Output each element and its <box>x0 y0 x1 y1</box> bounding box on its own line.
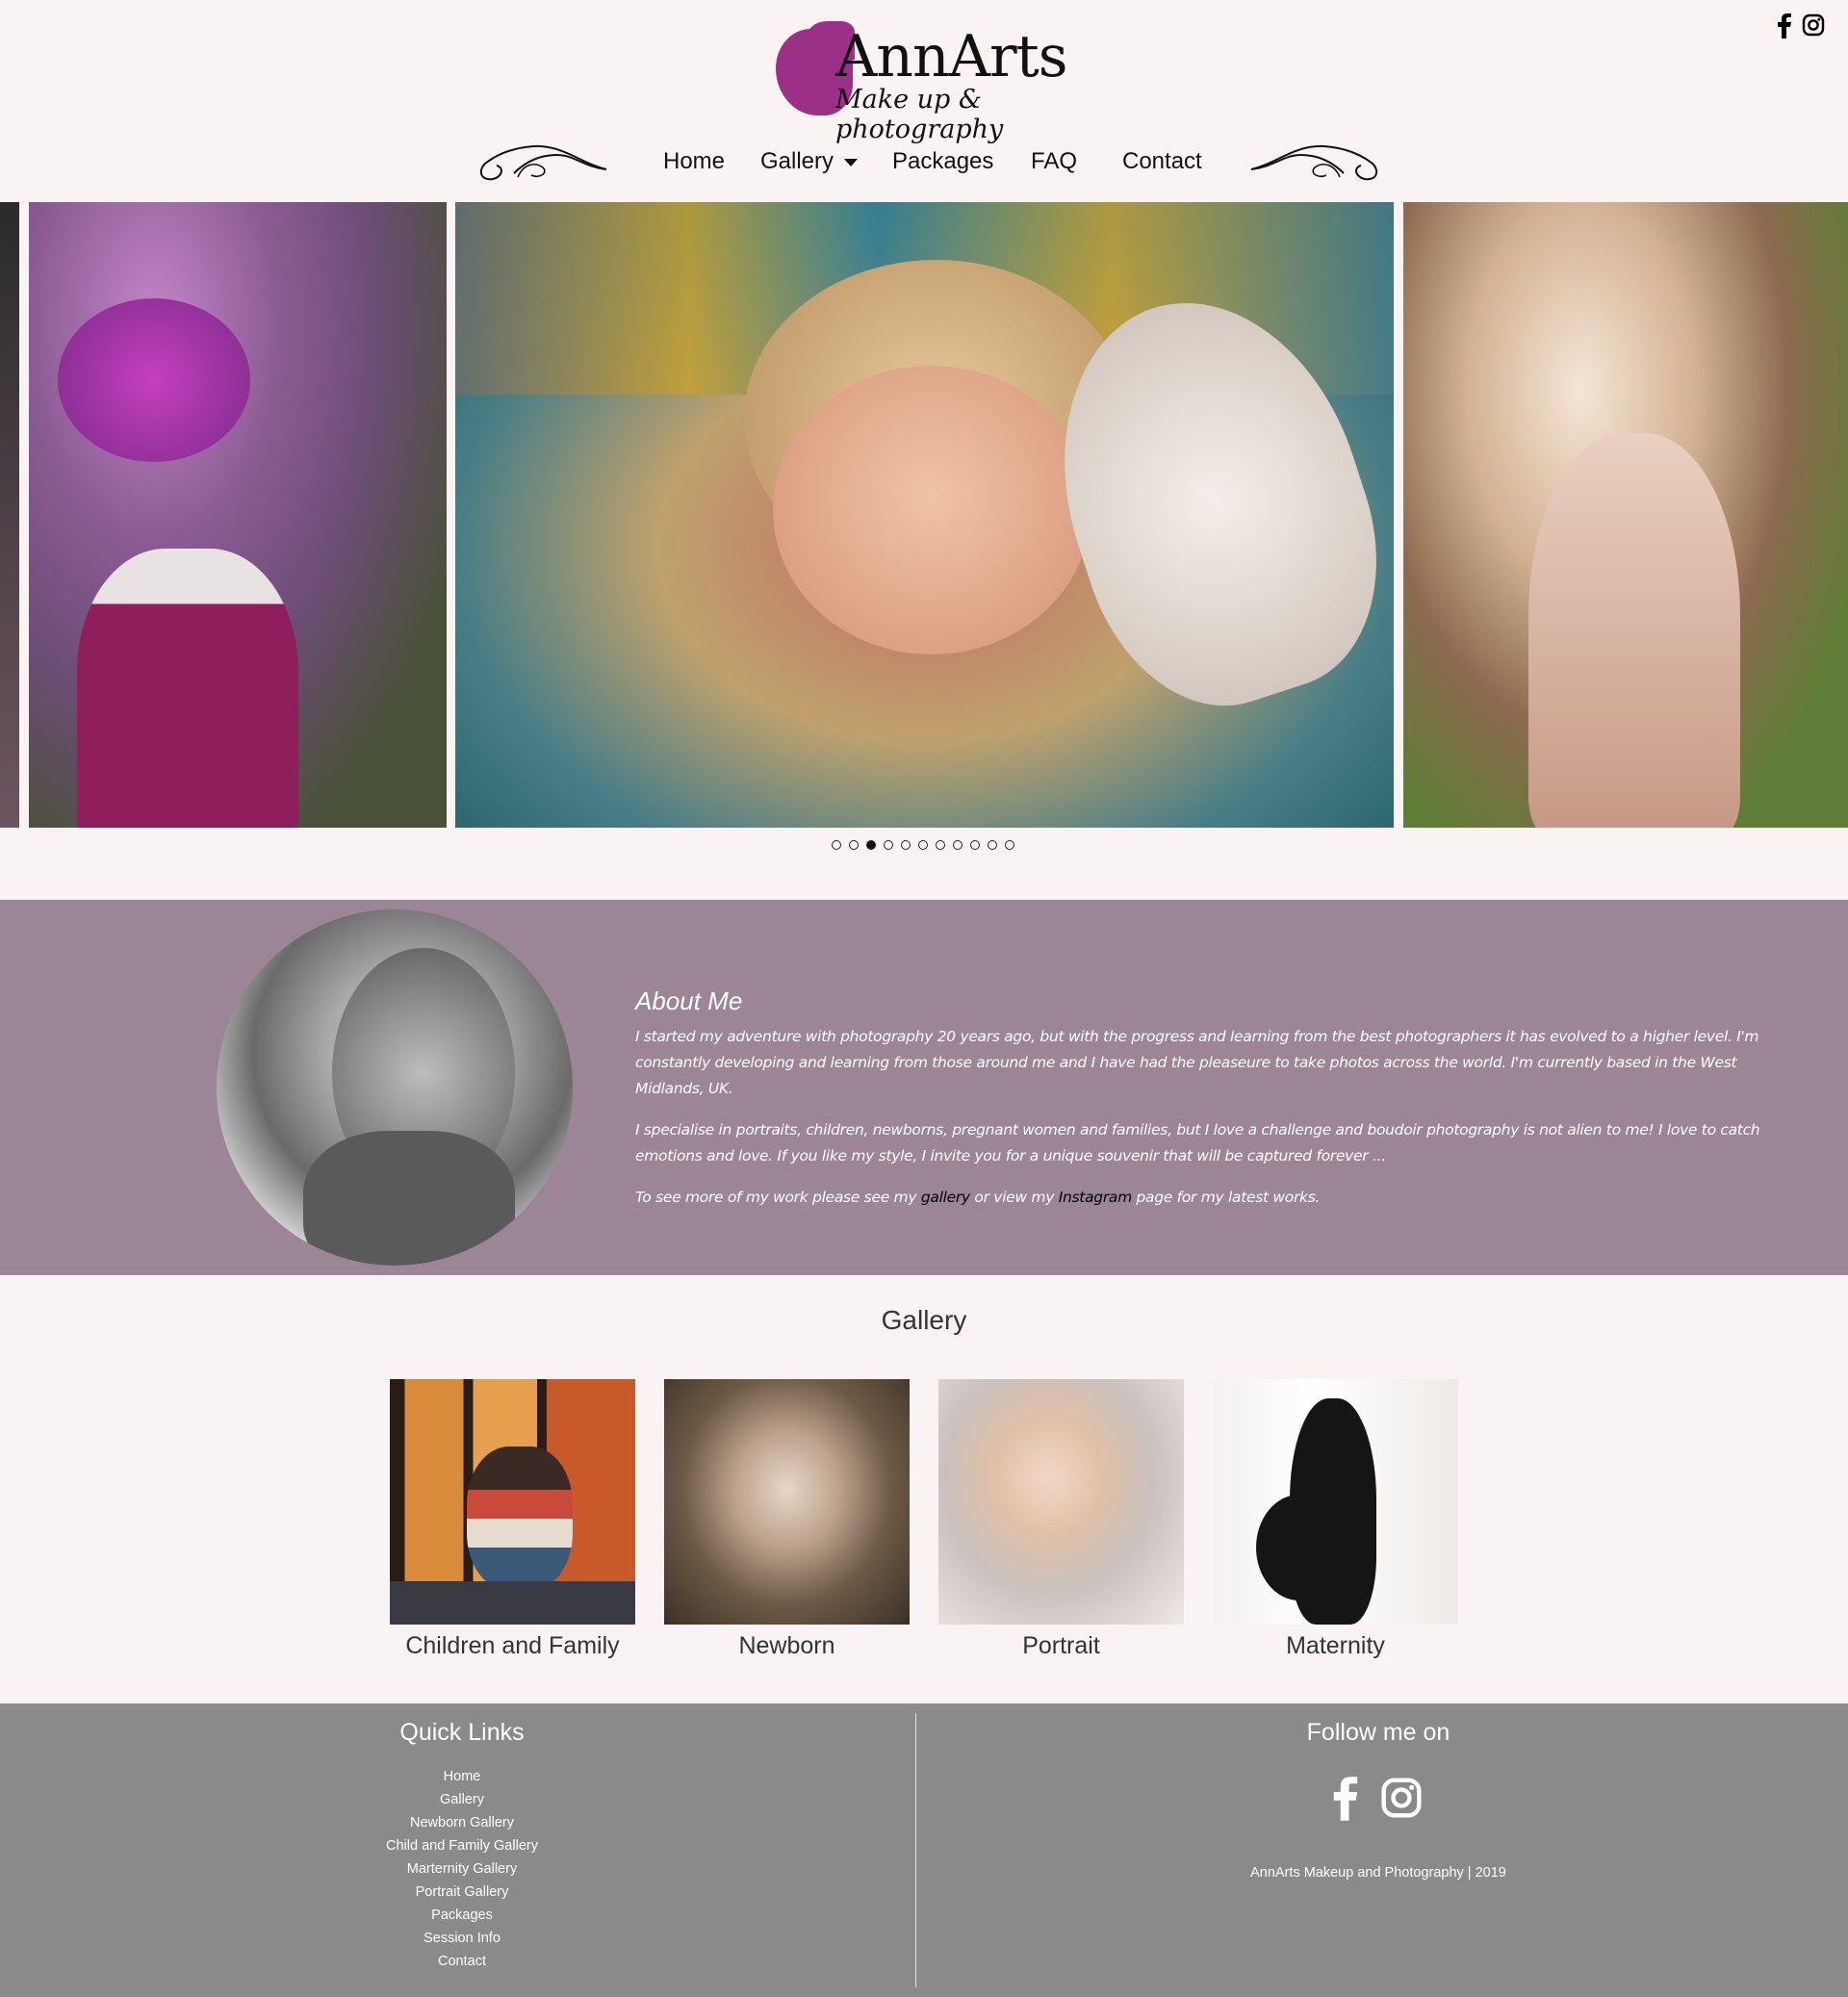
facebook-icon[interactable] <box>1777 13 1792 38</box>
about-title: About Me <box>635 986 743 1015</box>
carousel-dots <box>832 840 1014 850</box>
footer-link[interactable]: Newborn Gallery <box>0 1811 924 1834</box>
about-paragraph: To see more of my work please see my gal… <box>635 1185 1761 1211</box>
site-footer: Quick Links Home Gallery Newborn Gallery… <box>0 1703 1848 1997</box>
portrait-scarf-shape <box>303 1131 515 1266</box>
about-paragraph: I started my adventure with photography … <box>635 1028 1759 1097</box>
decorative-swirl-right-icon <box>1250 144 1378 181</box>
gallery-card-portrait[interactable]: Portrait <box>938 1379 1184 1660</box>
logo-brand-text: AnnArts <box>835 23 1068 90</box>
carousel-dot[interactable] <box>1005 840 1014 850</box>
about-text: About Me I started my adventure with pho… <box>635 986 1761 1226</box>
nav-packages[interactable]: Packages <box>892 148 993 175</box>
girl-dress-shape <box>77 549 298 828</box>
carousel-dot[interactable] <box>884 840 893 850</box>
nav-gallery-label: Gallery <box>760 148 834 174</box>
gallery-label: Portrait <box>1022 1632 1100 1659</box>
footer-divider <box>915 1713 916 1987</box>
baby-face-shape <box>773 366 1091 654</box>
about-paragraph: I specialise in portraits, children, new… <box>635 1121 1760 1165</box>
carousel-dot[interactable] <box>953 840 962 850</box>
main-nav: Home Gallery Packages FAQ Contact <box>0 135 1848 192</box>
caret-down-icon <box>843 158 858 166</box>
footer-link[interactable]: Marternity Gallery <box>0 1857 924 1881</box>
logo[interactable]: AnnArts Make up & photography <box>776 21 1074 144</box>
decorative-swirl-left-icon <box>479 144 607 181</box>
nav-gallery[interactable]: Gallery <box>760 148 858 175</box>
gallery-link[interactable]: gallery <box>921 1189 970 1206</box>
follow-title: Follow me on <box>1306 1719 1450 1746</box>
carousel-dot[interactable] <box>866 840 876 850</box>
gallery-label: Newborn <box>738 1632 835 1659</box>
nav-faq[interactable]: FAQ <box>1031 148 1077 175</box>
footer-social-links <box>1332 1777 1423 1821</box>
gallery-label: Maternity <box>1286 1632 1385 1659</box>
nav-home[interactable]: Home <box>663 148 725 175</box>
gallery-title: Gallery <box>881 1305 967 1335</box>
carousel-dot[interactable] <box>970 840 980 850</box>
about-text-fragment: or view my <box>969 1189 1059 1206</box>
gallery-thumbnail[interactable] <box>1213 1379 1458 1625</box>
gallery-label: Children and Family <box>405 1632 620 1659</box>
gallery-card-newborn[interactable]: Newborn <box>664 1379 910 1660</box>
hero-carousel[interactable] <box>0 202 1848 828</box>
facebook-icon[interactable] <box>1332 1777 1359 1821</box>
about-text-fragment: To see more of my work please see my <box>635 1189 921 1206</box>
footer-link[interactable]: Child and Family Gallery <box>0 1834 924 1857</box>
footer-link[interactable]: Contact <box>0 1950 924 1973</box>
footer-link[interactable]: Packages <box>0 1904 924 1927</box>
gallery-card-children-family[interactable]: Children and Family <box>390 1379 635 1660</box>
carousel-dot[interactable] <box>832 840 841 850</box>
carousel-slide-image[interactable] <box>29 202 447 828</box>
quick-links-list: Home Gallery Newborn Gallery Child and F… <box>0 1765 924 1973</box>
carousel-dot[interactable] <box>988 840 997 850</box>
footer-link[interactable]: Gallery <box>0 1788 924 1811</box>
carousel-slide-image[interactable] <box>0 202 19 828</box>
gallery-thumbnail[interactable] <box>938 1379 1184 1625</box>
footer-link[interactable]: Session Info <box>0 1927 924 1950</box>
belly-shape <box>1256 1495 1343 1600</box>
quick-links-title: Quick Links <box>399 1719 525 1746</box>
gallery-thumbnail[interactable] <box>390 1379 635 1625</box>
footer-link[interactable]: Home <box>0 1765 924 1788</box>
nav-contact[interactable]: Contact <box>1122 148 1202 175</box>
about-text-fragment: page for my latest works. <box>1131 1189 1321 1206</box>
about-section: About Me I started my adventure with pho… <box>0 900 1848 1275</box>
carousel-dot[interactable] <box>918 840 928 850</box>
carousel-slide-image[interactable] <box>1403 202 1848 828</box>
footer-link[interactable]: Portrait Gallery <box>0 1881 924 1904</box>
gallery-thumbnail[interactable] <box>664 1379 910 1625</box>
site-header: AnnArts Make up & photography Home Galle… <box>0 0 1848 202</box>
sill-shape <box>390 1581 635 1625</box>
flower-hat-shape <box>58 298 250 462</box>
carousel-slide-image[interactable] <box>455 202 1394 828</box>
carousel-dot[interactable] <box>901 840 911 850</box>
instagram-link[interactable]: Instagram <box>1059 1189 1132 1206</box>
instagram-icon[interactable] <box>1802 13 1825 37</box>
header-social-links <box>1777 13 1825 38</box>
woman-figure-shape <box>1528 433 1740 828</box>
child-figure-shape <box>467 1447 573 1591</box>
instagram-icon[interactable] <box>1380 1777 1423 1819</box>
carousel-dot[interactable] <box>936 840 945 850</box>
carousel-dot[interactable] <box>849 840 859 850</box>
about-portrait-photo <box>217 909 573 1266</box>
copyright-text: AnnArts Makeup and Photography | 2019 <box>1250 1865 1506 1881</box>
gallery-card-maternity[interactable]: Maternity <box>1213 1379 1458 1660</box>
